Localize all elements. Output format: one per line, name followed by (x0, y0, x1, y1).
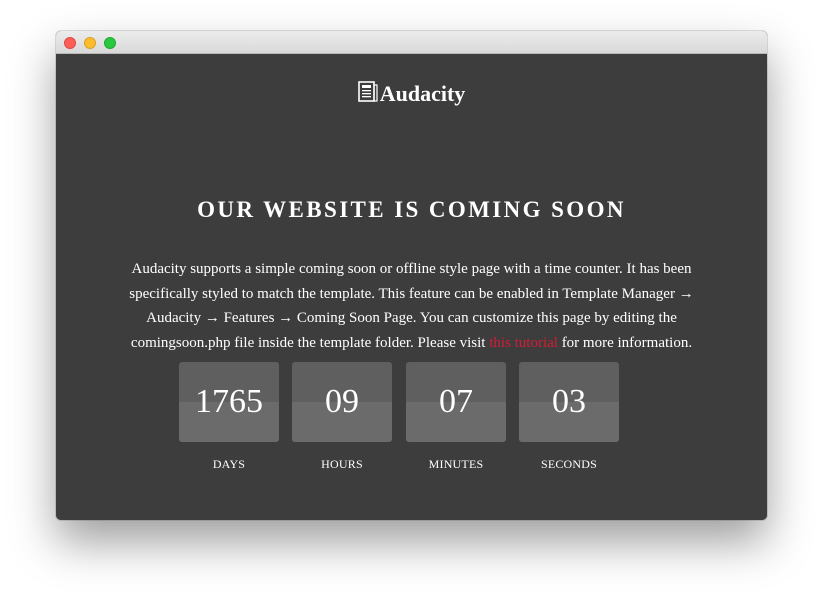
minutes-label: MINUTES (428, 457, 484, 471)
hours-label: HOURS (321, 457, 363, 471)
description-text-end: for more information. (557, 334, 693, 351)
browser-window: Audacity OUR WEBSITE IS COMING SOON Auda… (56, 31, 767, 520)
days-label: DAYS (212, 457, 246, 471)
seconds-label: SECONDS (540, 457, 598, 471)
page-description: Audacity supports a simple coming soon o… (102, 257, 721, 355)
countdown-minutes: 07 MINUTES (406, 362, 506, 472)
site-logo[interactable]: Audacity (56, 79, 767, 109)
minutes-value: 07 (439, 383, 473, 420)
newspaper-icon (357, 81, 378, 102)
hours-value: 09 (325, 383, 359, 420)
countdown-hours: 09 HOURS (292, 362, 392, 472)
close-window-button[interactable] (64, 37, 76, 49)
site-name: Audacity (379, 81, 466, 106)
seconds-value: 03 (552, 383, 586, 420)
countdown-days: 1765 DAYS (179, 362, 279, 472)
coming-soon-page: Audacity OUR WEBSITE IS COMING SOON Auda… (56, 54, 767, 520)
window-titlebar (56, 31, 767, 54)
page-heading: OUR WEBSITE IS COMING SOON (197, 197, 626, 222)
days-value: 1765 (195, 383, 263, 420)
countdown-seconds: 03 SECONDS (519, 362, 619, 472)
tutorial-link[interactable]: this tutorial (489, 335, 558, 351)
maximize-window-button[interactable] (104, 37, 116, 49)
minimize-window-button[interactable] (84, 37, 96, 49)
